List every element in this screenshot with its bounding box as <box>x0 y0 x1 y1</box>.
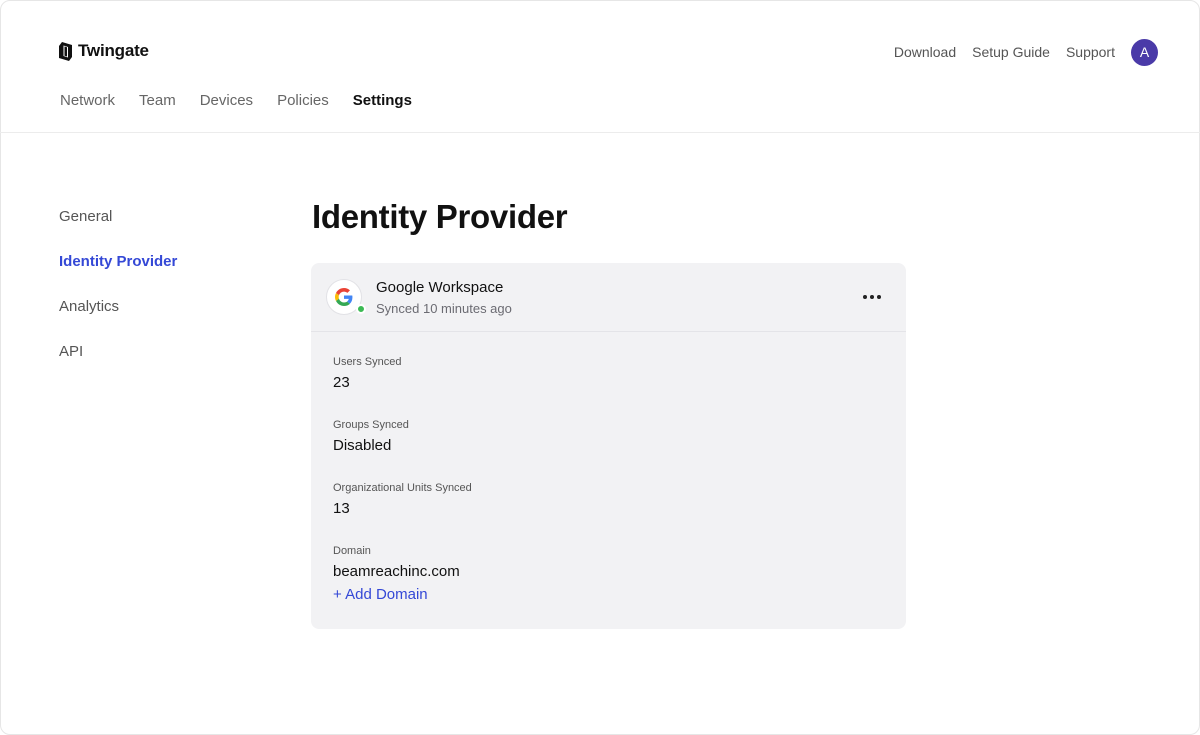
sync-status-text: Synced 10 minutes ago <box>376 301 512 316</box>
sync-status-dot <box>356 304 366 314</box>
field-value: Disabled <box>333 437 392 454</box>
provider-name: Google Workspace <box>376 279 504 296</box>
field-label: Groups Synced <box>333 419 409 431</box>
google-icon <box>335 288 353 306</box>
twingate-logo-icon <box>59 41 72 61</box>
more-dot <box>863 295 867 299</box>
tab-devices[interactable]: Devices <box>200 92 253 114</box>
page-title: Identity Provider <box>312 198 568 235</box>
tab-settings[interactable]: Settings <box>353 92 412 114</box>
identity-provider-card: Google Workspace Synced 10 minutes ago U… <box>311 263 906 629</box>
field-label: Domain <box>333 545 371 557</box>
provider-logo <box>326 279 366 315</box>
domain-field: Domain beamreachinc.com <box>333 545 460 580</box>
download-link[interactable]: Download <box>894 44 956 60</box>
brand-name: Twingate <box>78 41 149 60</box>
field-value: 23 <box>333 374 350 391</box>
field-label: Organizational Units Synced <box>333 482 472 494</box>
add-domain-link[interactable]: + Add Domain <box>333 586 428 603</box>
tab-policies[interactable]: Policies <box>277 92 329 114</box>
more-dot <box>877 295 881 299</box>
sidebar-item-api[interactable]: API <box>59 342 177 387</box>
field-value: 13 <box>333 500 350 517</box>
user-avatar[interactable]: A <box>1131 38 1158 66</box>
users-synced-field: Users Synced 23 <box>333 356 401 391</box>
org-units-synced-field: Organizational Units Synced 13 <box>333 482 472 517</box>
more-options-button[interactable] <box>860 285 884 309</box>
setup-guide-link[interactable]: Setup Guide <box>972 44 1050 60</box>
field-value: beamreachinc.com <box>333 563 460 580</box>
support-link[interactable]: Support <box>1066 44 1115 60</box>
groups-synced-field: Groups Synced Disabled <box>333 419 409 454</box>
more-dot <box>870 295 874 299</box>
sidebar-item-analytics[interactable]: Analytics <box>59 297 177 342</box>
utility-nav: Download Setup Guide Support A <box>894 38 1158 66</box>
field-label: Users Synced <box>333 356 402 368</box>
tab-team[interactable]: Team <box>139 92 176 114</box>
main-nav: Network Team Devices Policies Settings <box>60 92 436 114</box>
sidebar-item-general[interactable]: General <box>59 207 177 252</box>
top-header: Twingate Download Setup Guide Support A … <box>0 0 1200 133</box>
brand-logo[interactable]: Twingate <box>59 40 149 62</box>
tab-network[interactable]: Network <box>60 92 115 114</box>
settings-sidebar: General Identity Provider Analytics API <box>59 207 177 387</box>
provider-header: Google Workspace Synced 10 minutes ago <box>311 263 906 332</box>
sidebar-item-identity-provider[interactable]: Identity Provider <box>59 252 177 297</box>
